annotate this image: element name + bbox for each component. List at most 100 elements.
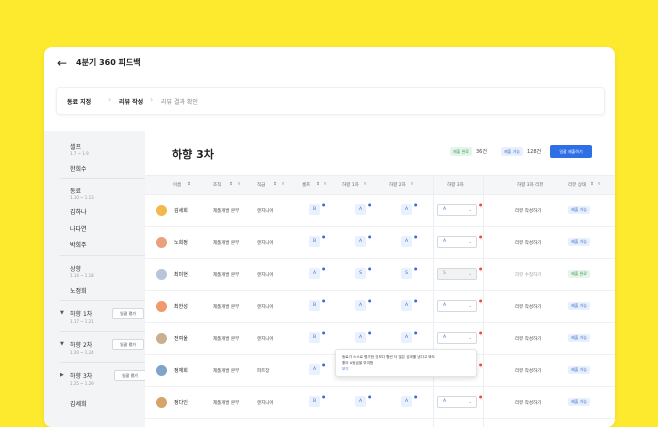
sort-icon[interactable]: ⇕ bbox=[187, 182, 191, 187]
grade-select-down3[interactable]: A⌄ bbox=[437, 396, 477, 408]
back-arrow-icon[interactable]: ← bbox=[57, 56, 67, 70]
grade-select-down3[interactable]: A⌄ bbox=[437, 204, 477, 216]
divider bbox=[60, 178, 145, 179]
star-icon: ● bbox=[322, 330, 326, 335]
filter-icon[interactable]: ▿ bbox=[411, 182, 413, 187]
sort-icon[interactable]: ⇕ bbox=[316, 182, 320, 187]
submitted-count: 36건 bbox=[476, 149, 487, 155]
chevron-down-icon: ⌄ bbox=[468, 335, 472, 340]
chevron-down-icon: ⌄ bbox=[468, 207, 472, 212]
filter-icon[interactable]: ▿ bbox=[238, 182, 240, 187]
grade-down1: A bbox=[355, 300, 366, 311]
review-link[interactable]: 리뷰 작성하기 bbox=[515, 208, 541, 214]
caret-down-icon[interactable]: ▼ bbox=[60, 310, 64, 316]
header-name[interactable]: 이름 bbox=[173, 182, 181, 188]
sidebar-person[interactable]: 나다연 bbox=[70, 224, 87, 233]
avatar bbox=[156, 205, 167, 216]
grade-self: B bbox=[309, 204, 320, 215]
sidebar-group-self[interactable]: 셀프 bbox=[70, 142, 81, 151]
header-role[interactable]: 직급 bbox=[257, 182, 265, 188]
sidebar-group-up[interactable]: 상향 bbox=[70, 264, 81, 273]
grade-down1: A bbox=[355, 332, 366, 343]
star-icon: ● bbox=[322, 266, 326, 271]
grade-select-value: A bbox=[443, 207, 447, 212]
star-icon: ● bbox=[368, 266, 372, 271]
status-badge: 제출 가능 bbox=[568, 238, 590, 246]
grade-select-down3[interactable]: S ⌄ bbox=[437, 268, 477, 280]
sidebar-group-down3[interactable]: 하향 3차 bbox=[70, 371, 92, 380]
caret-down-icon[interactable]: ▼ bbox=[60, 341, 64, 347]
review-link[interactable]: 리뷰 작성하기 bbox=[515, 368, 541, 374]
header-down3-review: 하향 3차 리뷰 bbox=[517, 183, 544, 188]
bulk-review-button-down3[interactable]: 일괄 평가 bbox=[114, 370, 146, 381]
grade-down2: A bbox=[401, 204, 412, 215]
sidebar-dates: 1.25 ~ 1.29 bbox=[70, 381, 94, 386]
breadcrumb-step-3[interactable]: 리뷰 결과 확인 bbox=[161, 97, 198, 106]
chevron-right-icon: › bbox=[150, 95, 154, 104]
review-link[interactable]: 리뷰 작성하기 bbox=[515, 400, 541, 406]
sidebar-person[interactable]: 노정희 bbox=[70, 286, 87, 295]
table-row: 최한성 제품개발 본부 엔지니어 B ● A ● A ● A ⌄ ● 리뷰 작성하기 제출 가능 bbox=[145, 290, 615, 323]
header-self[interactable]: 셀프 bbox=[302, 182, 310, 188]
employee-name: 정재희 bbox=[174, 368, 188, 374]
sidebar-group-down2[interactable]: 하향 2차 bbox=[70, 340, 92, 349]
avatar bbox=[156, 333, 167, 344]
grade-select-down3[interactable]: A⌄ bbox=[437, 332, 477, 344]
star-icon: ● bbox=[368, 330, 372, 335]
caret-right-icon[interactable]: ▶ bbox=[60, 372, 64, 378]
table-row: 정다인 제품개발 본부 엔지니어 B ● A ● A ● A ⌄ ● 리뷰 작성하기 제출 가능 bbox=[145, 386, 615, 419]
grade-select-value: A bbox=[443, 399, 447, 404]
grade-down2: A bbox=[401, 300, 412, 311]
sidebar-group-peer[interactable]: 동료 bbox=[70, 186, 81, 195]
sort-icon[interactable]: ⇕ bbox=[273, 182, 277, 187]
filter-icon[interactable]: ▿ bbox=[282, 182, 284, 187]
bulk-review-button-down1[interactable]: 일괄 평가 bbox=[112, 308, 144, 319]
grade-select-down3[interactable]: A⌄ bbox=[437, 236, 477, 248]
employee-org: 제품개발 본부 bbox=[213, 209, 240, 214]
breadcrumb: 동료 지정 › 리뷰 작성 › 리뷰 결과 확인 bbox=[56, 87, 605, 115]
sort-icon[interactable]: ⇕ bbox=[229, 182, 233, 187]
header-down2[interactable]: 하향 2차 bbox=[389, 182, 406, 188]
review-link[interactable]: 리뷰 수정하기 bbox=[515, 272, 541, 278]
grade-self: B bbox=[309, 236, 320, 247]
header-down1[interactable]: 하향 1차 bbox=[342, 182, 359, 188]
review-link[interactable]: 리뷰 작성하기 bbox=[515, 304, 541, 310]
status-badge: 제출 완료 bbox=[568, 270, 590, 278]
bulk-review-button-down2[interactable]: 일괄 평가 bbox=[112, 339, 144, 350]
employee-org: 제품개발 본부 bbox=[213, 401, 240, 406]
employee-role: 피트장 bbox=[257, 369, 270, 374]
employee-role: 엔지니어 bbox=[257, 241, 274, 246]
grade-select-value: A bbox=[443, 239, 447, 244]
star-icon: ● bbox=[322, 362, 326, 367]
avatar bbox=[156, 301, 167, 312]
header-org[interactable]: 조직 bbox=[213, 182, 221, 188]
sidebar-person[interactable]: 한희수 bbox=[70, 164, 87, 173]
chevron-down-icon: ⌄ bbox=[468, 303, 472, 308]
tooltip-more-link[interactable]: 보기 bbox=[342, 367, 349, 372]
sidebar-group-down1[interactable]: 하향 1차 bbox=[70, 309, 92, 318]
review-link[interactable]: 리뷰 작성하기 bbox=[515, 240, 541, 246]
pending-badge: 제출 가능 bbox=[501, 147, 523, 156]
chevron-down-icon: ⌄ bbox=[468, 271, 472, 276]
filter-icon[interactable]: ▿ bbox=[598, 182, 600, 187]
submit-all-button[interactable]: 일괄 제출하기 bbox=[550, 145, 592, 158]
grade-select-down3[interactable]: A⌄ bbox=[437, 300, 477, 312]
header-down3[interactable]: 하향 3차 bbox=[447, 182, 464, 188]
review-link[interactable]: 리뷰 작성하기 bbox=[515, 336, 541, 342]
chevron-down-icon: ⌄ bbox=[468, 399, 472, 404]
grade-down2: A bbox=[401, 332, 412, 343]
status-badge: 제출 가능 bbox=[568, 206, 590, 214]
filter-icon[interactable]: ▿ bbox=[324, 182, 326, 187]
sidebar-person[interactable]: 박희주 bbox=[70, 240, 87, 249]
grade-select-value: S bbox=[443, 271, 446, 276]
status-badge: 제출 가능 bbox=[568, 398, 590, 406]
breadcrumb-step-1[interactable]: 동료 지정 bbox=[67, 97, 91, 106]
header-review-status[interactable]: 리뷰 상태 bbox=[568, 182, 586, 188]
filter-icon[interactable]: ▿ bbox=[364, 182, 366, 187]
sidebar-person[interactable]: 김하나 bbox=[70, 207, 87, 216]
sort-icon[interactable]: ⇕ bbox=[590, 182, 594, 187]
sidebar-person[interactable]: 김세희 bbox=[70, 399, 87, 408]
avatar bbox=[156, 397, 167, 408]
sidebar-dates: 1.10 ~ 1.13 bbox=[70, 195, 94, 200]
breadcrumb-step-2[interactable]: 리뷰 작성 bbox=[119, 97, 143, 106]
